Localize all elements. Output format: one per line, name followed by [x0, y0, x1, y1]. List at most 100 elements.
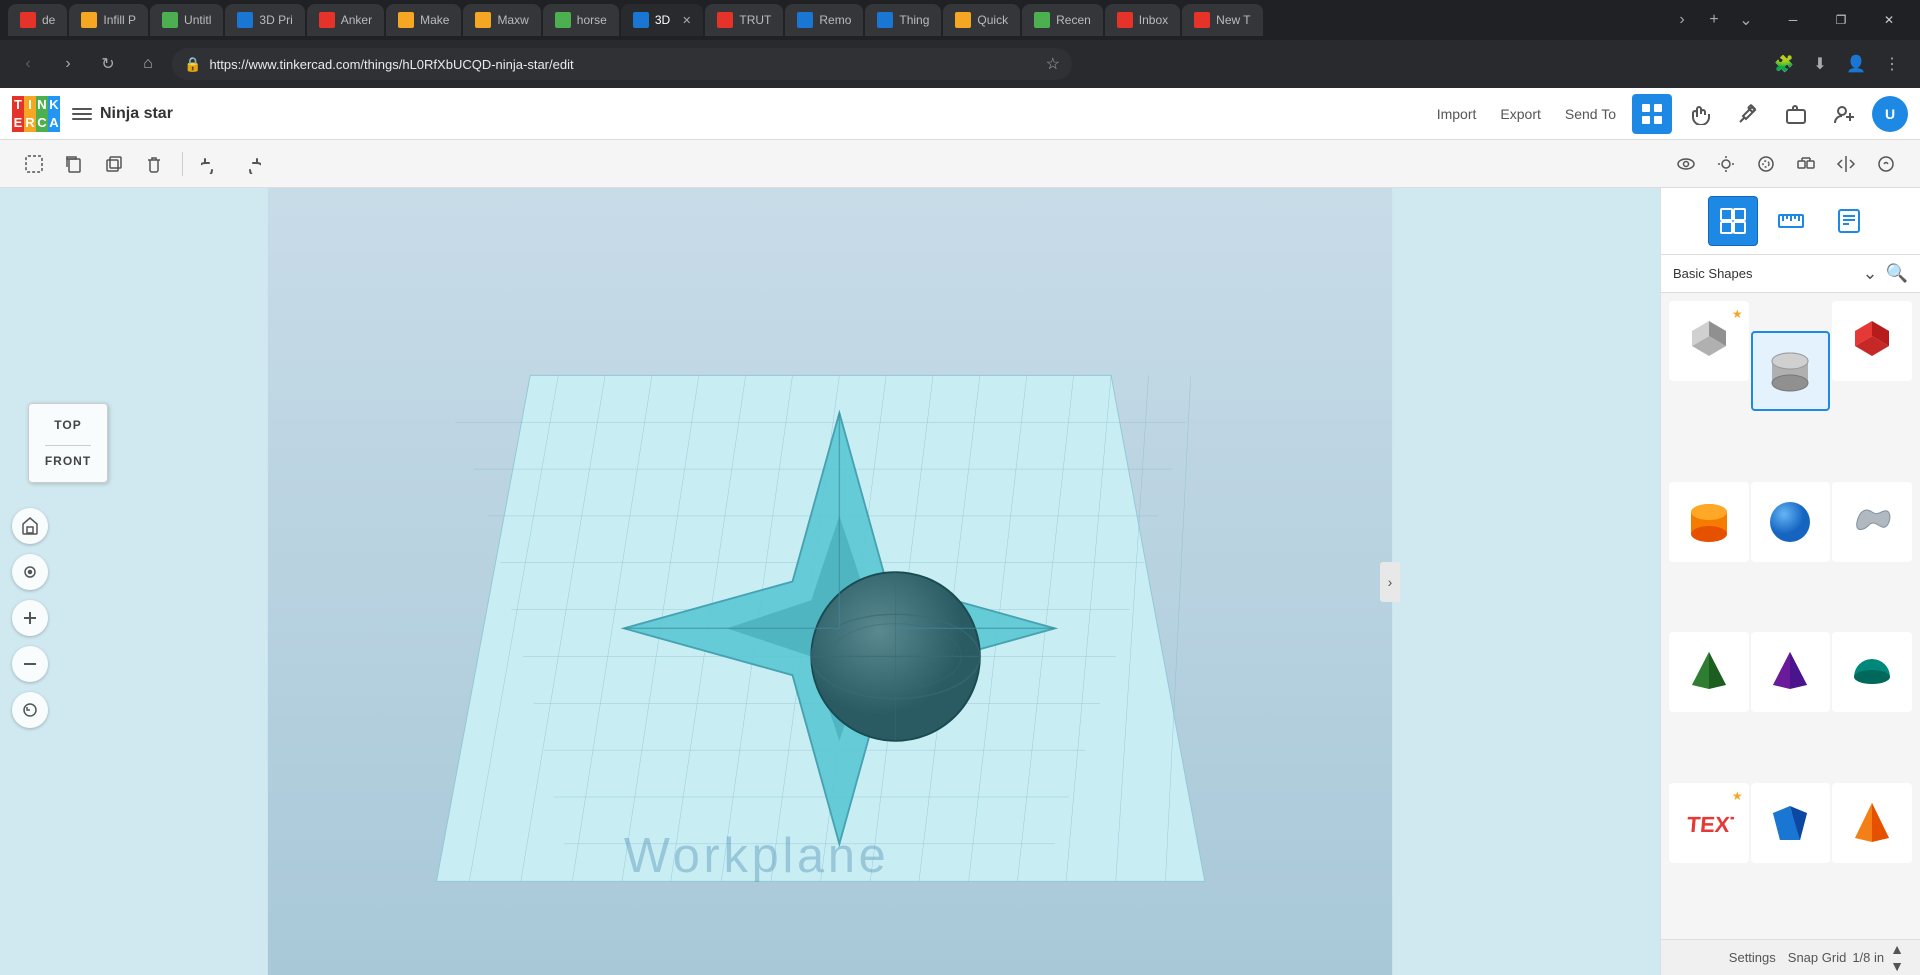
view-toggle-button[interactable] — [1668, 146, 1704, 182]
tab-label-infill: Infill P — [103, 13, 136, 27]
tab-make[interactable]: Make — [386, 4, 461, 36]
tab-favicon-untitled — [162, 12, 178, 28]
reset-view-button[interactable] — [12, 692, 48, 728]
add-user-button[interactable] — [1824, 94, 1864, 134]
downloads-icon[interactable]: ⬇ — [1804, 48, 1836, 80]
shapes-category-bar: Basic Shapes ⌄ 🔍 — [1661, 255, 1920, 293]
tab-de[interactable]: de — [8, 4, 67, 36]
tab-thing[interactable]: Thing — [865, 4, 941, 36]
menu-hamburger-icon[interactable] — [72, 104, 92, 124]
home-view-button[interactable] — [12, 508, 48, 544]
purple-pyramid-shape — [1765, 647, 1815, 697]
shape-purple-pyramid[interactable] — [1751, 632, 1831, 712]
address-bar[interactable]: 🔒 https://www.tinkercad.com/things/hL0Rf… — [172, 48, 1072, 80]
tab-quick[interactable]: Quick — [943, 4, 1020, 36]
shape-sphere[interactable] — [1751, 482, 1831, 562]
group-button[interactable] — [1788, 146, 1824, 182]
shape-cylinder[interactable] — [1751, 331, 1831, 411]
search-button[interactable]: 🔍 — [1886, 263, 1908, 284]
shape-green-pyramid[interactable] — [1669, 632, 1749, 712]
new-tab-button[interactable]: + — [1700, 6, 1728, 34]
maximize-button[interactable]: ❐ — [1818, 0, 1864, 40]
shape-orange-cylinder[interactable] — [1669, 482, 1749, 562]
tinkercad-logo[interactable]: T I N K E R C A — [12, 96, 60, 132]
tab-rem[interactable]: Remo — [785, 4, 863, 36]
shape-scribble[interactable] — [1832, 482, 1912, 562]
shape-half-sphere[interactable] — [1832, 632, 1912, 712]
minimize-button[interactable]: ─ — [1770, 0, 1816, 40]
tab-3dprint[interactable]: 3D Pri — [225, 4, 304, 36]
ruler-icon — [1777, 207, 1805, 235]
ruler-tab[interactable] — [1766, 196, 1816, 246]
collapse-panel-button[interactable]: › — [1380, 562, 1400, 602]
briefcase-button[interactable] — [1776, 94, 1816, 134]
tab-truth[interactable]: TRUT — [705, 4, 783, 36]
forward-button[interactable]: › — [52, 48, 84, 80]
shape-box[interactable]: ★ — [1669, 301, 1749, 381]
shapes-tab[interactable] — [1708, 196, 1758, 246]
tab-newt[interactable]: New T — [1182, 4, 1262, 36]
refresh-button[interactable]: ↻ — [92, 48, 124, 80]
zoom-out-button[interactable] — [12, 646, 48, 682]
tab-close-3d[interactable]: ✕ — [682, 14, 691, 27]
back-button[interactable]: ‹ — [12, 48, 44, 80]
tab-3d[interactable]: 3D ✕ — [621, 4, 704, 36]
tab-list-button[interactable]: ⌄ — [1732, 6, 1760, 34]
shape-blue-prism[interactable] — [1751, 783, 1831, 863]
align-button[interactable] — [1748, 146, 1784, 182]
select-all-button[interactable] — [16, 146, 52, 182]
shape-text[interactable]: ★ TEXT — [1669, 783, 1749, 863]
tab-recen[interactable]: Recen — [1022, 4, 1103, 36]
tab-infill[interactable]: Infill P — [69, 4, 148, 36]
tab-anker[interactable]: Anker — [307, 4, 384, 36]
fit-view-button[interactable] — [12, 554, 48, 590]
undo-button[interactable] — [193, 146, 229, 182]
3d-view-button[interactable] — [1632, 94, 1672, 134]
menu-icon[interactable]: ⋮ — [1876, 48, 1908, 80]
view-cube[interactable]: TOP FRONT — [28, 403, 108, 483]
main-area: TOP FRONT — [0, 188, 1920, 975]
snap-value: 1/8 in — [1852, 950, 1884, 965]
home-button[interactable]: ⌂ — [132, 48, 164, 80]
address-bar-row: ‹ › ↻ ⌂ 🔒 https://www.tinkercad.com/thin… — [0, 40, 1920, 88]
chevron-right-icon[interactable]: › — [1668, 6, 1696, 34]
tab-inbox[interactable]: Inbox — [1105, 4, 1180, 36]
tab-favicon-horse — [555, 12, 571, 28]
category-dropdown-button[interactable]: ⌄ — [1862, 263, 1877, 284]
user-avatar[interactable]: U — [1872, 96, 1908, 132]
light-button[interactable] — [1708, 146, 1744, 182]
notes-icon — [1835, 207, 1863, 235]
close-button[interactable]: ✕ — [1866, 0, 1912, 40]
copy-button[interactable] — [56, 146, 92, 182]
shape-yellow-pyramid[interactable] — [1832, 783, 1912, 863]
scene-svg: Workplane — [0, 188, 1660, 975]
tab-maxw[interactable]: Maxw — [463, 4, 540, 36]
more-button[interactable] — [1868, 146, 1904, 182]
logo-k: K — [48, 96, 60, 114]
tab-label-quick: Quick — [977, 13, 1008, 27]
more-icon — [1876, 154, 1896, 174]
notes-tab[interactable] — [1824, 196, 1874, 246]
bottom-bar: Settings Snap Grid 1/8 in ▲ ▼ — [1661, 939, 1920, 975]
snap-increment-button[interactable]: ▲ ▼ — [1890, 941, 1904, 974]
redo-button[interactable] — [233, 146, 269, 182]
extensions-icon[interactable]: 🧩 — [1768, 48, 1800, 80]
viewport[interactable]: TOP FRONT — [0, 188, 1660, 975]
export-button[interactable]: Export — [1492, 102, 1548, 126]
duplicate-button[interactable] — [96, 146, 132, 182]
tab-horse[interactable]: horse — [543, 4, 619, 36]
zoom-in-button[interactable] — [12, 600, 48, 636]
view-cube-inner[interactable]: TOP FRONT — [28, 403, 108, 483]
shape-red-cube[interactable] — [1832, 301, 1912, 381]
profile-icon[interactable]: 👤 — [1840, 48, 1872, 80]
light-icon — [1716, 154, 1736, 174]
hand-tool-button[interactable] — [1680, 94, 1720, 134]
mirror-button[interactable] — [1828, 146, 1864, 182]
tab-untitled[interactable]: Untitl — [150, 4, 223, 36]
bookmark-icon[interactable]: ☆ — [1046, 54, 1060, 74]
delete-button[interactable] — [136, 146, 172, 182]
window-controls: ─ ❐ ✕ — [1770, 0, 1912, 40]
hammer-button[interactable] — [1728, 94, 1768, 134]
import-button[interactable]: Import — [1429, 102, 1485, 126]
send-to-button[interactable]: Send To — [1557, 102, 1624, 126]
